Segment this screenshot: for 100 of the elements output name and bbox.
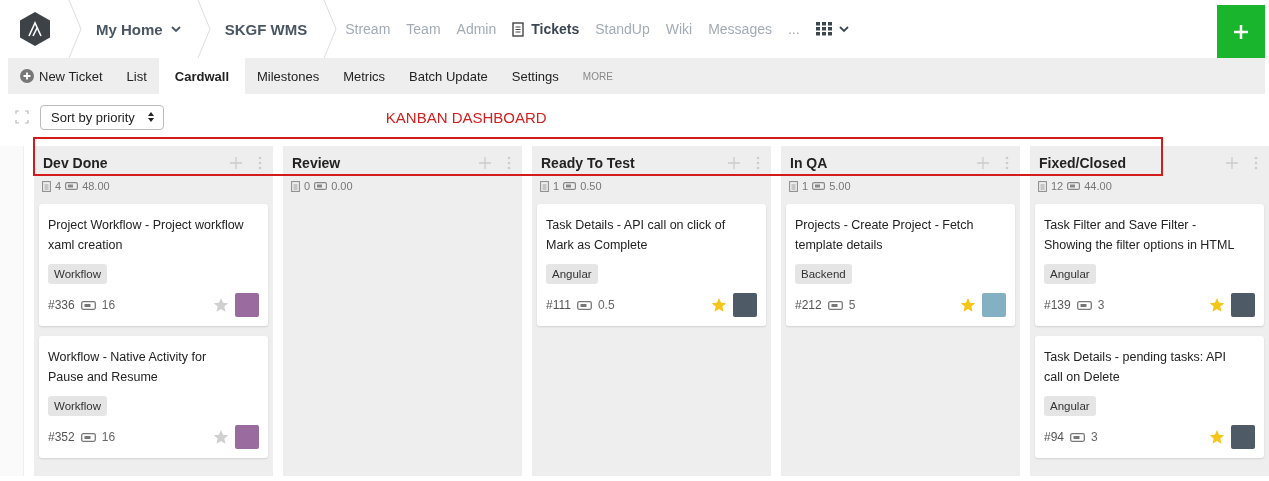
plus-icon bbox=[1233, 23, 1249, 40]
plus-circle-icon bbox=[20, 69, 34, 83]
ticket-card[interactable]: Project Workflow - Project workflow xaml creation Workflow #336 16 bbox=[39, 204, 268, 326]
star-icon[interactable] bbox=[1209, 429, 1225, 445]
plus-icon[interactable] bbox=[1226, 157, 1238, 169]
points-total: 44.00 bbox=[1084, 180, 1112, 192]
tag-label[interactable]: Angular bbox=[546, 264, 598, 284]
points-total: 0.50 bbox=[580, 180, 602, 192]
tag-label[interactable]: Angular bbox=[1044, 264, 1096, 284]
ticket-number: #111 bbox=[546, 298, 571, 312]
more-vertical-icon[interactable] bbox=[258, 156, 262, 170]
ticket-number: #94 bbox=[1044, 430, 1065, 444]
star-icon[interactable] bbox=[960, 297, 976, 313]
card-title: Workflow - Native Activity for Pause and Resume bbox=[48, 349, 208, 386]
estimate-value: 16 bbox=[101, 430, 116, 444]
star-icon[interactable] bbox=[213, 429, 229, 445]
card-title: Projects - Create Project - Fetch template details bbox=[795, 217, 975, 254]
document-icon bbox=[789, 180, 798, 192]
ticket-number: #336 bbox=[48, 298, 75, 312]
ticket-card[interactable]: Projects - Create Project - Fetch template details Backend #212 5 bbox=[786, 204, 1015, 326]
ticket-size-icon bbox=[80, 300, 96, 310]
document-icon bbox=[540, 180, 549, 192]
ticket-size-icon bbox=[563, 182, 577, 190]
more-vertical-icon[interactable] bbox=[507, 156, 511, 170]
tag-label[interactable]: Backend bbox=[795, 264, 852, 284]
breadcrumb-separator bbox=[323, 0, 338, 58]
ticket-size-icon bbox=[576, 300, 592, 310]
breadcrumb-separator bbox=[196, 0, 211, 58]
tab[interactable]: Metrics bbox=[331, 58, 398, 94]
estimate-value: 3 bbox=[1091, 430, 1098, 444]
new-ticket-link[interactable]: New Ticket bbox=[8, 58, 115, 94]
estimate-value: 5 bbox=[848, 298, 856, 312]
breadcrumb-link[interactable]: My Home bbox=[82, 20, 197, 38]
card-title: Task Filter and Save Filter - Showing the filter options in HTML bbox=[1044, 217, 1236, 254]
tab[interactable]: List bbox=[114, 58, 159, 94]
ticket-card[interactable]: Workflow - Native Activity for Pause and Resume Workflow #352 16 bbox=[39, 336, 268, 458]
star-icon[interactable] bbox=[213, 297, 229, 313]
ticket-card[interactable]: Task Filter and Save Filter - Showing the filter options in HTML Angular #139 3 bbox=[1035, 204, 1264, 326]
ticket-count: 1 bbox=[553, 180, 560, 192]
caret-icon bbox=[838, 25, 849, 33]
plus-icon[interactable] bbox=[977, 157, 989, 169]
tab[interactable]: Cardwall bbox=[158, 58, 245, 94]
ticket-number: #212 bbox=[795, 298, 822, 312]
add-button[interactable] bbox=[1217, 5, 1265, 58]
ticket-card[interactable]: Task Details - API call on click of Mark as Complete Angular #111 0.5 bbox=[537, 204, 766, 326]
ticket-count: 12 bbox=[1051, 180, 1064, 192]
ticket-count: 0 bbox=[304, 180, 311, 192]
plus-icon[interactable] bbox=[479, 157, 491, 169]
ticket-number: #352 bbox=[48, 430, 75, 444]
ticket-size-icon bbox=[1067, 182, 1081, 190]
updown-icon bbox=[146, 111, 155, 123]
ticket-size-icon bbox=[1076, 300, 1092, 310]
annotation-label: KANBAN DASHBOARD bbox=[385, 108, 547, 126]
estimate-value: 0.5 bbox=[597, 298, 615, 312]
document-icon bbox=[42, 180, 51, 192]
points-total: 48.00 bbox=[82, 180, 110, 192]
tab[interactable]: Milestones bbox=[245, 58, 332, 94]
ticket-size-icon bbox=[314, 182, 328, 190]
star-icon[interactable] bbox=[1209, 297, 1225, 313]
ticket-card[interactable]: Task Details - pending tasks: API call on Delete Angular #94 3 bbox=[1035, 336, 1264, 458]
ticket-size-icon bbox=[812, 182, 826, 190]
more-vertical-icon[interactable] bbox=[1254, 156, 1258, 170]
card-title: Task Details - pending tasks: API call on Delete bbox=[1044, 349, 1228, 386]
ticket-number: #139 bbox=[1044, 298, 1071, 312]
points-total: 0.00 bbox=[331, 180, 353, 192]
column-title: Fixed/Closed bbox=[1039, 155, 1128, 171]
tag-label[interactable]: Workflow bbox=[48, 396, 108, 416]
plus-icon[interactable] bbox=[230, 157, 242, 169]
card-title: Task Details - API call on click of Mark as Complete bbox=[546, 217, 727, 254]
grid-icon bbox=[815, 22, 832, 36]
ticket-count: 1 bbox=[802, 180, 809, 192]
tag-label[interactable]: Workflow bbox=[48, 264, 108, 284]
nav-link[interactable]: Tickets bbox=[504, 21, 588, 37]
sort-select[interactable]: Sort by priority bbox=[40, 104, 164, 130]
ticket-size-icon bbox=[80, 432, 96, 442]
star-icon[interactable] bbox=[711, 297, 727, 313]
estimate-value: 3 bbox=[1097, 298, 1105, 312]
tab[interactable]: Batch Update bbox=[397, 58, 500, 94]
tag-label[interactable]: Angular bbox=[1044, 396, 1096, 416]
column-title: Review bbox=[292, 155, 342, 171]
column-title: Dev Done bbox=[43, 155, 109, 171]
expand-icon[interactable] bbox=[15, 110, 29, 124]
ticket-size-icon bbox=[827, 300, 843, 310]
breadcrumb-link[interactable]: SKGF WMS bbox=[210, 20, 324, 38]
more-vertical-icon[interactable] bbox=[756, 156, 760, 170]
document-icon bbox=[291, 180, 300, 192]
plus-icon[interactable] bbox=[728, 157, 740, 169]
document-icon bbox=[512, 21, 525, 37]
logo-icon[interactable] bbox=[18, 11, 52, 47]
column-title: Ready To Test bbox=[541, 155, 636, 171]
points-total: 5.00 bbox=[829, 180, 851, 192]
breadcrumb-separator bbox=[68, 0, 82, 58]
estimate-value: 16 bbox=[101, 298, 116, 312]
card-title: Project Workflow - Project workflow xaml creation bbox=[48, 217, 244, 254]
ticket-size-icon bbox=[65, 182, 79, 190]
ticket-size-icon bbox=[1070, 432, 1086, 442]
more-vertical-icon[interactable] bbox=[1005, 156, 1009, 170]
document-icon bbox=[1038, 180, 1047, 192]
tab[interactable]: Settings bbox=[499, 58, 571, 94]
ticket-count: 4 bbox=[55, 180, 62, 192]
